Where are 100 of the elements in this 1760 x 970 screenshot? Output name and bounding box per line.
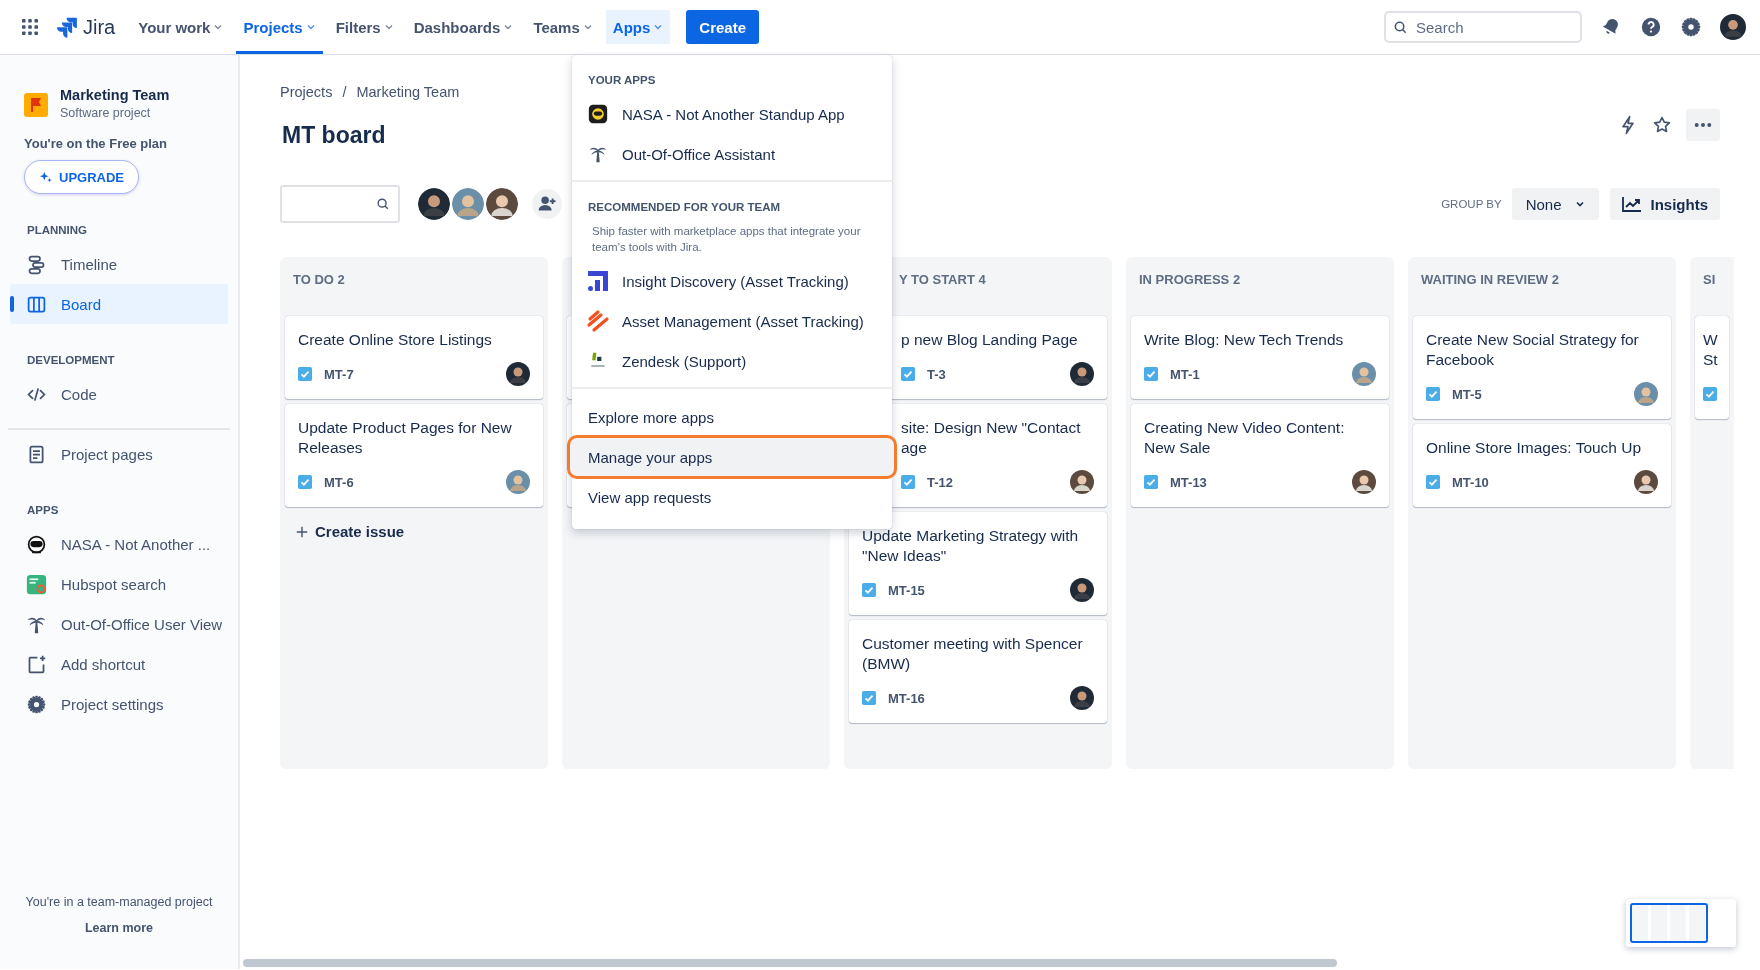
issue-key: MT-16 — [888, 690, 925, 706]
more-icon — [1694, 122, 1712, 128]
issue-key: T-3 — [927, 366, 946, 382]
settings-icon — [26, 693, 47, 715]
issue-card[interactable]: Creating New Video Content: New Sale MT-13 — [1131, 404, 1389, 507]
issue-card[interactable]: Customer meeting with Spencer (BMW) MT-16 — [849, 620, 1107, 723]
upgrade-button[interactable]: UPGRADE — [24, 160, 139, 194]
issue-key: T-12 — [927, 474, 953, 490]
menu-item[interactable]: Insight Discovery (Asset Tracking) — [572, 261, 892, 301]
helmet-icon — [588, 104, 608, 124]
issue-card[interactable]: Online Store Images: Touch Up MT-10 — [1413, 424, 1671, 507]
card-title: Write Blog: New Tech Trends — [1144, 330, 1345, 350]
member-avatar[interactable] — [484, 186, 520, 222]
section-heading: PLANNING — [27, 224, 88, 236]
timeline-icon — [26, 253, 47, 275]
card-title: Update Product Pages for New Releases — [298, 418, 513, 458]
checkbox-icon — [1703, 387, 1717, 401]
issue-card[interactable]: Update Marketing Strategy with "New Ideas" MT-15 — [849, 512, 1107, 615]
scrollbar[interactable] — [243, 959, 1337, 967]
issue-card[interactable]: Write Blog: New Tech Trends MT-1 — [1131, 316, 1389, 399]
issue-key: MT-15 — [888, 582, 925, 598]
column-title: TO DO 2 — [292, 271, 346, 289]
menu-item[interactable]: Manage your apps — [569, 437, 895, 477]
checkbox-icon — [1144, 475, 1158, 489]
sparkle-icon — [39, 170, 53, 184]
search-icon — [376, 197, 390, 211]
card-title: Update Marketing Strategy with "New Ideas" — [862, 526, 1080, 566]
section-heading: DEVELOPMENT — [27, 354, 115, 366]
board-search-field[interactable] — [280, 185, 400, 223]
checkbox-icon — [1426, 387, 1440, 401]
insights-button[interactable]: Insights — [1610, 188, 1720, 220]
sidebar-item[interactable]: Board — [10, 284, 228, 324]
menu-item[interactable]: NASA - Not Another Standup App — [572, 94, 892, 134]
breadcrumb-link[interactable]: Marketing Team — [356, 84, 460, 100]
assignee-avatar — [1634, 382, 1658, 406]
menu-description: Ship faster with marketplace apps that integrate your team’s tools with Jira. — [591, 224, 862, 255]
nav-menu[interactable]: Your work — [131, 0, 231, 54]
sidebar-item[interactable]: NASA - Not Another ... — [10, 524, 228, 564]
menu-heading: YOUR APPS — [587, 73, 657, 88]
sidebar-item[interactable]: Project settings — [10, 684, 228, 724]
project-note: You're in a team-managed project — [25, 895, 213, 909]
sidebar-item[interactable]: Project pages — [10, 434, 228, 474]
app-switcher-icon[interactable] — [22, 19, 38, 35]
product-name[interactable]: Jira — [83, 15, 116, 39]
project-name: Marketing Team — [60, 87, 170, 103]
app-logo-icon — [586, 269, 610, 293]
issue-key: MT-7 — [324, 366, 354, 382]
nav-menu[interactable]: Projects — [236, 0, 323, 54]
sidebar-item[interactable]: Code — [10, 374, 228, 414]
project-type: Software project — [60, 106, 152, 120]
assignee-avatar — [1352, 362, 1376, 386]
sidebar-item[interactable]: Add shortcut — [10, 644, 228, 684]
helmet-icon — [26, 533, 47, 555]
issue-card[interactable]: Create Online Store Listings MT-7 — [285, 316, 543, 399]
caret-icon — [653, 22, 664, 32]
column-title: Y TO START 4 — [898, 271, 987, 289]
sidebar-item[interactable]: Out-Of-Office User View — [10, 604, 228, 644]
more-button[interactable] — [1686, 109, 1720, 141]
checkbox-icon — [1144, 367, 1158, 381]
card-title: W St — [1703, 330, 1719, 370]
board-minimap[interactable] — [1626, 899, 1736, 947]
add-people-icon[interactable] — [532, 189, 562, 219]
learn-more-link[interactable]: Learn more — [84, 921, 154, 935]
issue-key: MT-13 — [1170, 474, 1207, 490]
caret-icon — [383, 22, 394, 32]
avatar[interactable] — [1720, 14, 1746, 40]
sidebar-item[interactable]: Hubspot search — [10, 564, 228, 604]
member-avatar[interactable] — [416, 186, 452, 222]
group-by-dropdown[interactable]: None — [1511, 188, 1600, 220]
issue-card[interactable]: Create New Social Strategy for Facebook MT-5 — [1413, 316, 1671, 419]
assignee-avatar — [1634, 470, 1658, 494]
issue-card[interactable]: Update Product Pages for New Releases MT-6 — [285, 404, 543, 507]
assignee-avatar — [1352, 470, 1376, 494]
section-heading: APPS — [27, 504, 59, 516]
checkbox-icon — [1426, 475, 1440, 489]
menu-heading: RECOMMENDED FOR YOUR TEAM — [587, 200, 782, 215]
breadcrumb-link[interactable]: Projects — [280, 84, 333, 100]
create-issue-button[interactable]: Create issue — [285, 517, 415, 546]
help-icon[interactable] — [1640, 16, 1662, 38]
card-title: Create Online Store Listings — [298, 330, 493, 350]
create-button[interactable]: Create — [686, 10, 759, 44]
column-title: SI — [1702, 271, 1717, 289]
caret-icon — [503, 22, 514, 32]
plus-icon — [295, 524, 309, 539]
assignee-avatar — [506, 362, 530, 386]
add-shortcut-icon — [26, 653, 47, 675]
search-icon — [1393, 20, 1408, 35]
nav-menu[interactable]: Teams — [526, 0, 600, 54]
nav-menu[interactable]: Filters — [328, 0, 401, 54]
settings-icon[interactable] — [1680, 16, 1702, 38]
menu-item[interactable]: Out-Of-Office Assistant — [572, 134, 892, 174]
caret-icon — [582, 22, 593, 32]
checkbox-icon — [901, 367, 915, 381]
assignee-avatar — [1070, 578, 1094, 602]
chart-icon — [1622, 196, 1643, 212]
star-icon[interactable] — [1652, 115, 1672, 135]
sidebar-item[interactable]: Timeline — [10, 244, 228, 284]
nav-menu[interactable]: Dashboards — [406, 0, 521, 54]
search-field[interactable]: Search — [1384, 11, 1582, 43]
issue-card[interactable]: W St — [1695, 316, 1729, 419]
